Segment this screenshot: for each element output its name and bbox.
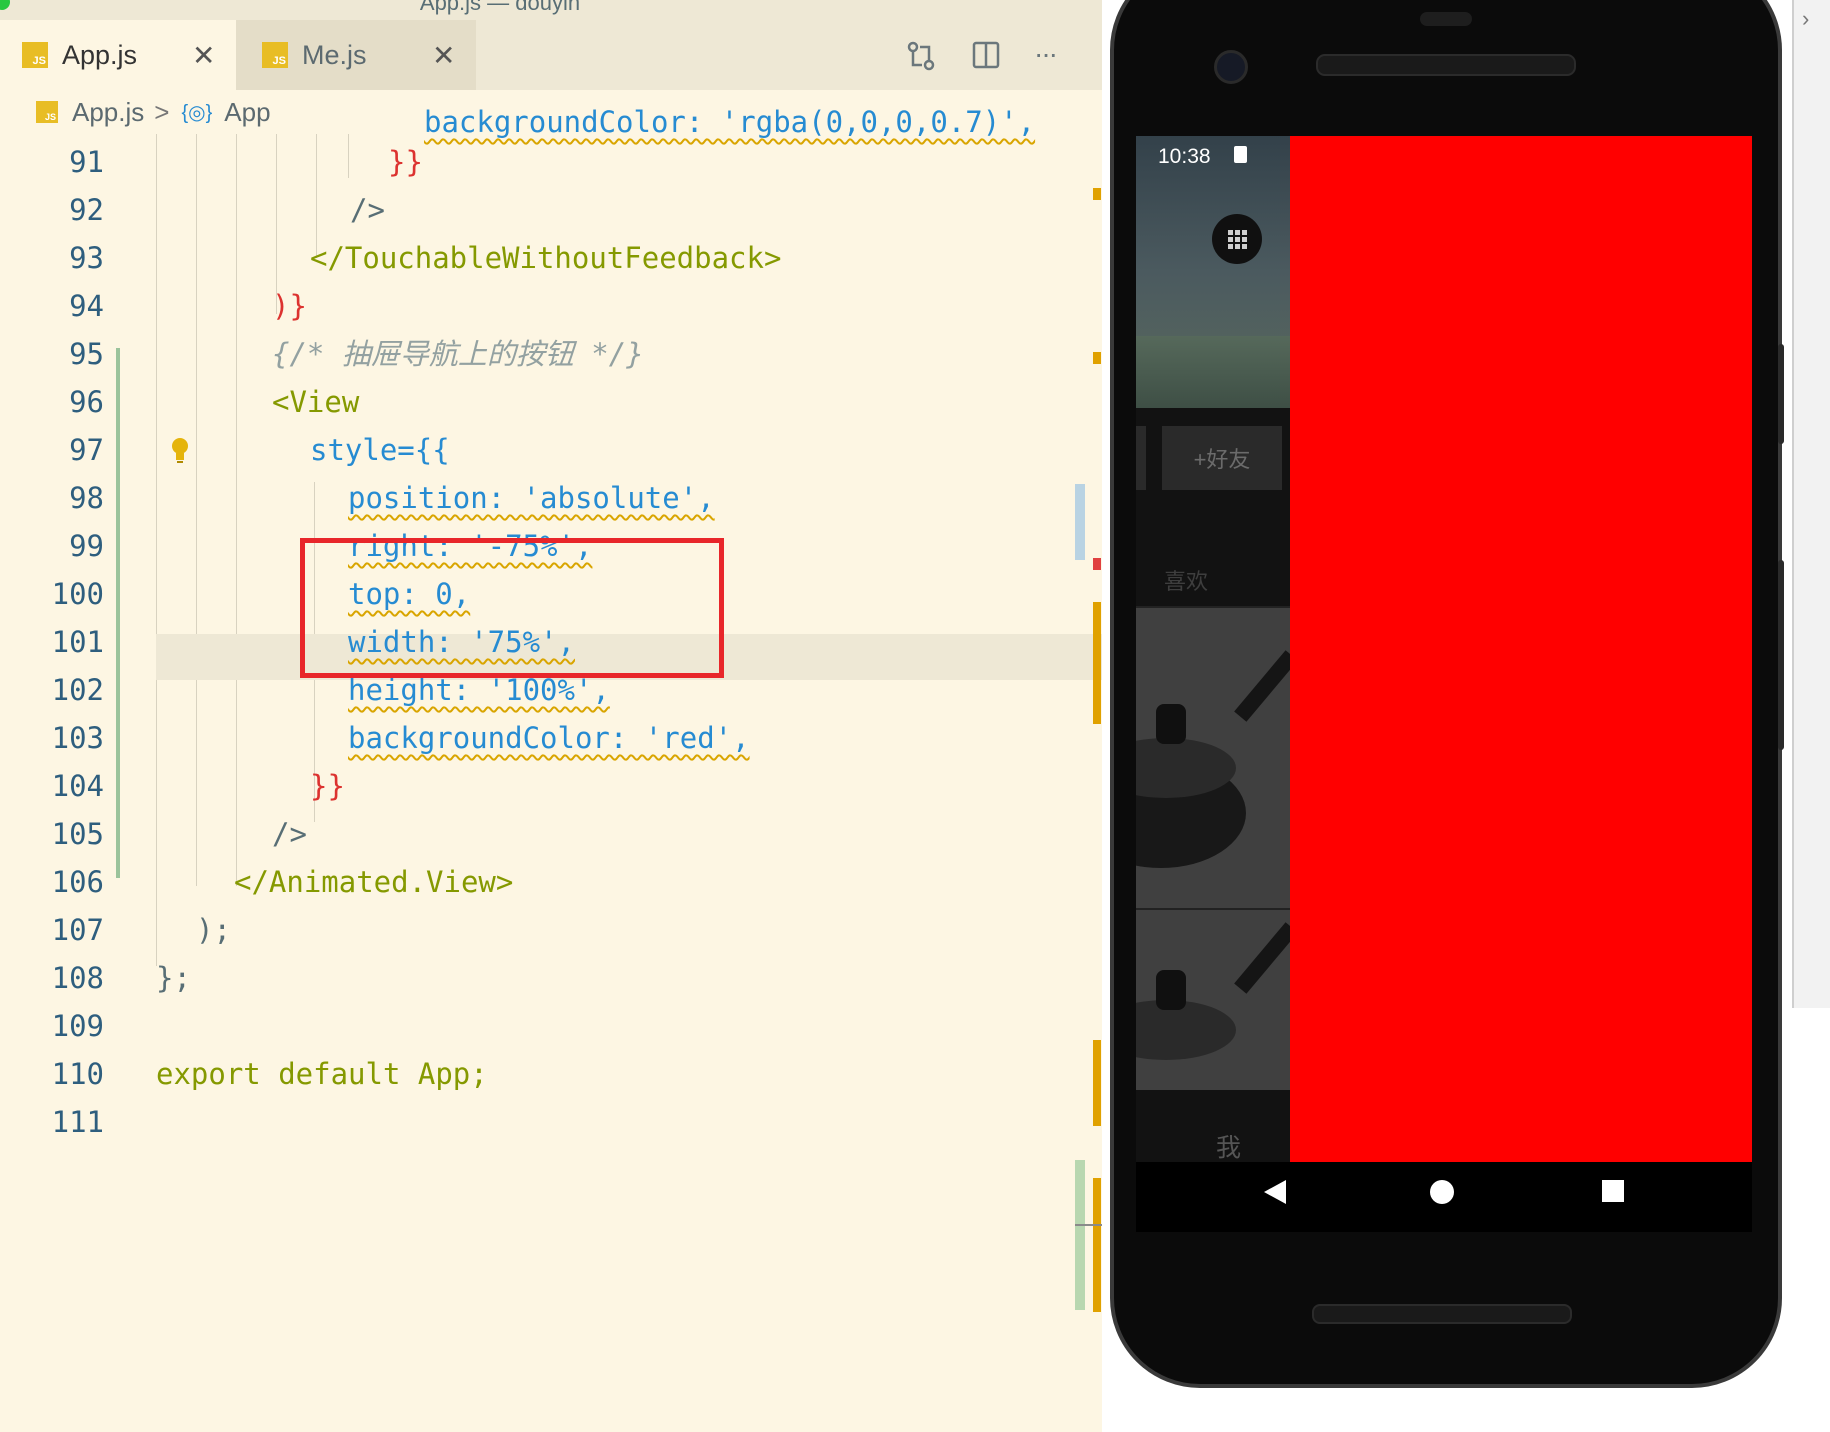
volume-button[interactable] [1778, 560, 1784, 750]
code-line-93: 93 </TouchableWithoutFeedback> [69, 241, 782, 275]
code-editor[interactable]: App.js — douyin JS App.js ✕ JS Me.js ✕ ·… [0, 0, 1102, 1432]
code-area[interactable]: backgroundColor: 'rgba(0,0,0,0.7)', 91 }… [0, 105, 1102, 1432]
code-line-98: 98 position: 'absolute', [69, 481, 715, 515]
more-actions-icon[interactable]: ··· [1034, 38, 1058, 70]
annotation-highlight-box [300, 538, 724, 678]
code-line-103: 103 backgroundColor: 'red', [51, 721, 750, 755]
close-icon[interactable]: ✕ [432, 39, 455, 72]
tab-app-js[interactable]: JS App.js ✕ [0, 20, 236, 90]
underlying-app: +好友 喜欢 我 [1136, 136, 1298, 1162]
back-icon[interactable] [1262, 1178, 1288, 1206]
code-line-95: 95 {/* 抽屉导航上的按钮 */} [69, 337, 644, 371]
code-line-111: 111 [51, 1105, 104, 1139]
drawer-panel[interactable] [1290, 136, 1752, 1162]
emulator-side-panel: › [1792, 0, 1830, 1008]
compare-changes-icon[interactable] [906, 40, 936, 72]
video-thumbnail[interactable] [1136, 608, 1298, 908]
lightbulb-icon[interactable] [170, 436, 190, 464]
window-title: App.js — douyin [419, 0, 581, 15]
bottom-speaker [1312, 1304, 1572, 1324]
front-camera-icon [1214, 50, 1248, 84]
video-thumbnail[interactable] [1136, 910, 1298, 1090]
home-icon[interactable] [1430, 1180, 1454, 1204]
code-line-110: 110 export default App; [51, 1057, 488, 1091]
code-line-105: 105 /> [51, 817, 307, 851]
code-line-92: 92 /> [69, 193, 385, 227]
add-friend-button[interactable]: +好友 [1162, 426, 1282, 490]
code-line-97: 97 style={{ [69, 433, 450, 467]
js-file-icon: JS [22, 42, 48, 68]
code-line-109: 109 [51, 1009, 104, 1043]
navigation-bar [1136, 1162, 1752, 1232]
recents-icon[interactable] [1602, 1180, 1624, 1202]
js-file-icon: JS [262, 42, 288, 68]
emulator-window: › +好友 喜欢 我 10:38 [1102, 0, 1830, 1432]
code-line-94: 94 )} [69, 289, 307, 323]
profile-cover-image [1136, 136, 1290, 408]
likes-tab[interactable]: 喜欢 [1164, 564, 1208, 596]
code-line-106: 106 </Animated.View> [51, 865, 514, 899]
code-line-91: 91 }} [69, 145, 423, 179]
sd-card-icon [1234, 146, 1247, 163]
tab-me[interactable]: 我 [1216, 1128, 1241, 1162]
editor-tab-bar: JS App.js ✕ JS Me.js ✕ ··· [0, 20, 1102, 90]
tab-label: Me.js [302, 39, 367, 70]
power-button[interactable] [1778, 344, 1784, 444]
split-editor-icon[interactable] [972, 41, 1000, 69]
earpiece [1316, 54, 1576, 76]
status-time: 10:38 [1158, 145, 1211, 168]
apps-grid-icon[interactable] [1212, 214, 1262, 264]
window-titlebar: App.js — douyin [0, 0, 1102, 20]
tab-me-js[interactable]: JS Me.js ✕ [236, 20, 476, 90]
code-line-107: 107 ); [51, 913, 231, 947]
tab-label: App.js [62, 39, 138, 70]
close-icon[interactable]: ✕ [192, 39, 215, 72]
phone-screen[interactable]: +好友 喜欢 我 10:38 [1136, 136, 1752, 1162]
code-line-96: 96 <View [69, 385, 360, 419]
chevron-right-icon[interactable]: › [1802, 6, 1809, 32]
code-line-104: 104 }} [51, 769, 345, 803]
code-line-108: 108 }; [51, 961, 191, 995]
editor-scrollbar[interactable] [1075, 134, 1102, 1432]
top-speaker [1420, 12, 1472, 26]
